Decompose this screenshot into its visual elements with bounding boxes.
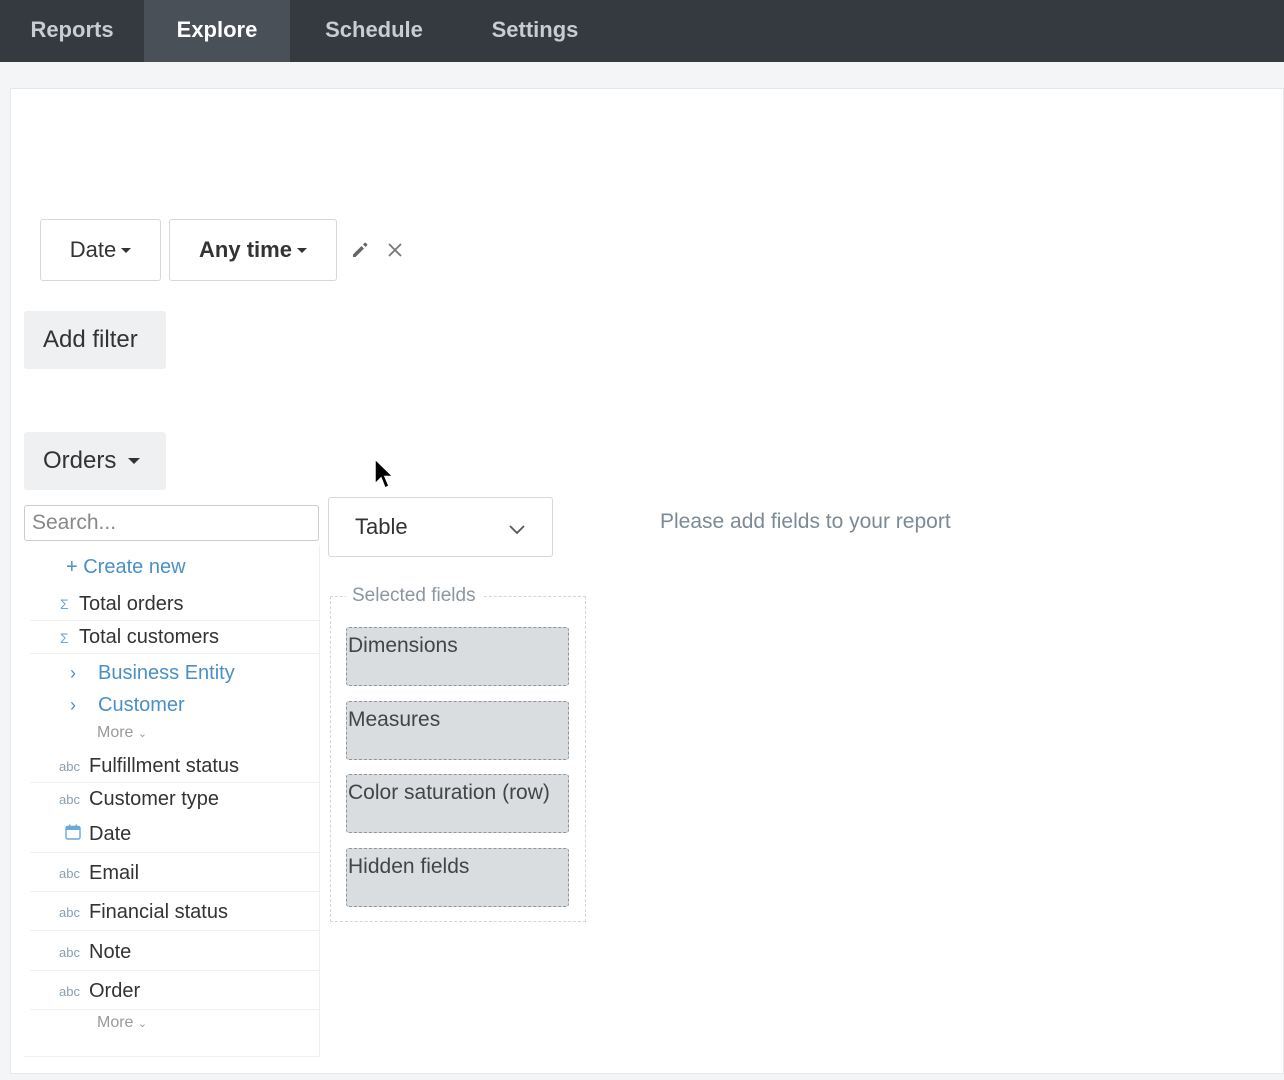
caret-down-icon xyxy=(121,247,132,253)
chevron-down-icon xyxy=(508,518,526,544)
chevron-right-icon: › xyxy=(70,694,76,715)
list-item[interactable]: abc Fulfillment status xyxy=(30,751,320,783)
more-fields-toggle[interactable]: More ⌄ xyxy=(97,1014,147,1032)
field-group-business-entity[interactable]: › Business Entity xyxy=(30,658,320,688)
caret-down-icon xyxy=(128,458,141,464)
visualization-label: Table xyxy=(355,514,408,539)
dataset-dropdown[interactable]: Orders xyxy=(24,432,166,490)
dimensions-dropzone[interactable]: Dimensions xyxy=(346,627,569,686)
add-filter-button[interactable]: Add filter xyxy=(24,311,166,369)
more-label: More xyxy=(97,724,134,741)
text-type-icon: abc xyxy=(59,791,80,807)
field-label: Email xyxy=(89,861,140,884)
list-item[interactable]: abc Note xyxy=(30,934,320,971)
text-type-icon: abc xyxy=(59,944,80,960)
top-nav: Reports Explore Schedule Settings xyxy=(0,0,1284,62)
empty-report-message: Please add fields to your report xyxy=(660,510,951,533)
filter-field-label: Date xyxy=(69,237,117,262)
field-label: Financial status xyxy=(89,900,228,923)
field-group-label: Customer xyxy=(98,693,185,716)
field-group-customer[interactable]: › Customer xyxy=(30,690,320,720)
field-label: Customer type xyxy=(89,787,220,810)
tab-reports[interactable]: Reports xyxy=(0,0,144,62)
color-saturation-dropzone[interactable]: Color saturation (row) xyxy=(346,774,569,833)
text-type-icon: abc xyxy=(59,983,80,999)
filter-range-dropdown[interactable]: Any time xyxy=(169,219,337,281)
list-item[interactable]: abc Email xyxy=(30,855,320,892)
field-label: Total customers xyxy=(79,626,220,648)
field-label: Date xyxy=(89,823,132,845)
sigma-icon: Σ xyxy=(60,596,69,612)
list-item[interactable]: Σ Total orders xyxy=(30,588,320,621)
chevron-right-icon: › xyxy=(70,662,76,683)
field-label: Total orders xyxy=(79,592,184,615)
list-item[interactable]: abc Customer type xyxy=(30,783,320,815)
mouse-cursor-icon xyxy=(374,457,396,492)
measures-dropzone[interactable]: Measures xyxy=(346,701,569,760)
text-type-icon: abc xyxy=(59,759,80,774)
filter-field-dropdown[interactable]: Date xyxy=(40,219,161,281)
field-list: + Create new Σ Total orders Σ Total cust… xyxy=(24,545,320,1057)
more-groups-toggle[interactable]: More ⌄ xyxy=(97,724,147,742)
pencil-icon[interactable] xyxy=(349,239,371,261)
visualization-select[interactable]: Table xyxy=(328,497,553,557)
field-group-label: Business Entity xyxy=(98,661,235,684)
create-new-label: + Create new xyxy=(66,555,186,578)
field-label: Order xyxy=(89,979,141,1002)
tab-explore[interactable]: Explore xyxy=(144,0,290,62)
list-item[interactable]: Σ Total customers xyxy=(30,622,320,654)
list-item[interactable]: abc Financial status xyxy=(30,894,320,931)
close-icon[interactable] xyxy=(384,239,406,261)
list-item[interactable]: abc Order xyxy=(30,973,320,1010)
create-new-link[interactable]: + Create new xyxy=(30,553,320,581)
tab-settings[interactable]: Settings xyxy=(458,0,612,62)
text-type-icon: abc xyxy=(59,865,80,881)
list-item[interactable]: Date xyxy=(30,817,320,853)
dataset-label: Orders xyxy=(43,447,117,474)
chevron-down-icon: ⌄ xyxy=(137,1018,148,1030)
hidden-fields-dropzone[interactable]: Hidden fields xyxy=(346,848,569,907)
selected-fields-title: Selected fields xyxy=(346,585,482,607)
field-search-input[interactable] xyxy=(24,505,319,541)
caret-down-icon xyxy=(296,247,307,253)
tab-schedule[interactable]: Schedule xyxy=(290,0,458,62)
sigma-icon: Σ xyxy=(60,629,69,646)
chevron-down-icon: ⌄ xyxy=(137,728,148,740)
field-label: Fulfillment status xyxy=(89,755,240,777)
field-label: Note xyxy=(89,940,132,963)
text-type-icon: abc xyxy=(59,904,80,920)
filter-range-label: Any time xyxy=(199,237,292,262)
more-label: More xyxy=(97,1014,134,1031)
